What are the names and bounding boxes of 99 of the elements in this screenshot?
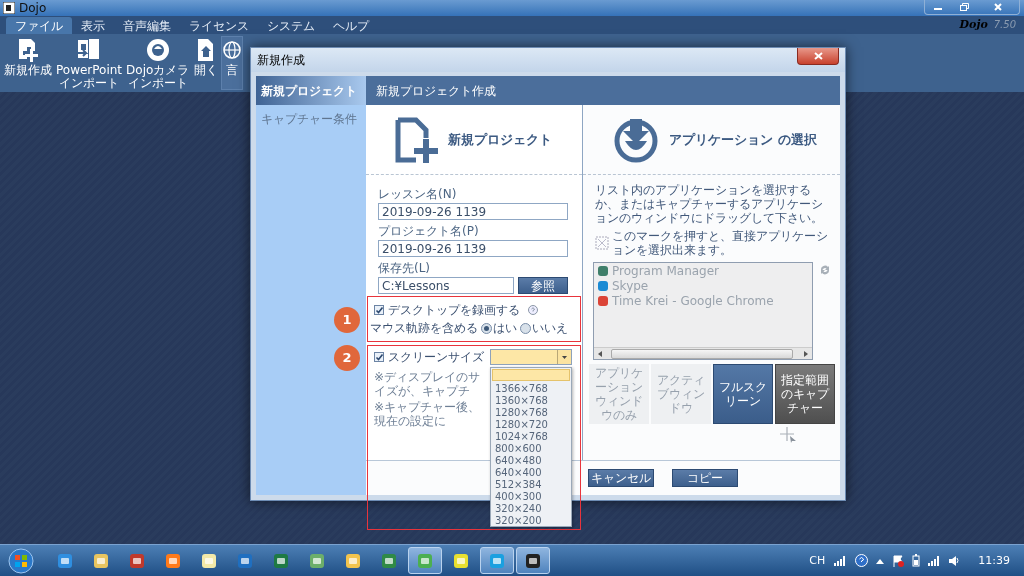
field-label: 保存先(L) [378,261,432,275]
text-field[interactable]: 2019-09-26 1139 [378,203,568,220]
dropdown-option[interactable]: 640×400 [491,466,571,478]
dropdown-option[interactable]: 400×300 [491,490,571,502]
note-text: ※キャプチャー後、現在の設定に [374,400,482,428]
clock: 11:39 [978,553,1010,568]
ribbon-button[interactable]: Dojoカメラ インポート [124,36,192,90]
app-icon [598,295,608,306]
version-label: 7.50 [993,18,1016,32]
volume-icon [948,555,961,566]
new-file-icon [394,116,438,163]
section-title: アプリケーション の選択 [669,132,817,147]
sidebar-item[interactable]: キャプチャー条件 [256,105,366,133]
start-button[interactable] [8,547,34,574]
app-icon [165,552,181,569]
expand-tray-icon [876,557,885,564]
app-icon [381,552,397,569]
app-icon [489,552,505,569]
radio-button[interactable]: いいえ [520,321,568,335]
window-title: Dojo [19,1,47,15]
network-icon [833,554,848,567]
dropdown-option[interactable]: 1024×768 [491,430,571,442]
text-field[interactable]: 2019-09-26 1139 [378,240,568,257]
app-icon [309,552,325,569]
battery-icon [912,554,921,567]
ribbon-button[interactable]: 言 [221,36,244,90]
capture-mode-button[interactable]: フルスクリーン [713,364,773,424]
close-button[interactable] [797,48,839,65]
menu-tab[interactable]: 音声編集 [114,17,180,34]
menu-tab[interactable]: システム [258,17,324,34]
dropdown-option[interactable]: 640×480 [491,454,571,466]
dropdown-option[interactable]: 1360×768 [491,394,571,406]
flag-icon [892,554,905,567]
dropdown-option[interactable]: 1280×768 [491,406,571,418]
app-icon [93,552,109,569]
globe-icon [223,41,242,59]
scroll-left-icon [597,350,603,357]
dialog-title: 新規作成 [257,53,305,67]
checkbox[interactable] [374,352,384,362]
app-icon [453,552,469,569]
checkbox-label: デスクトップを録画する [388,303,520,317]
caret-icon [562,355,567,359]
app-logo: Dojo [959,18,988,32]
checkbox[interactable] [374,305,384,315]
app-icon [598,265,608,276]
text-field[interactable]: C:¥Lessons [378,277,514,294]
signal-icon [928,555,941,566]
app-icon [598,280,608,291]
note-text: ※ディスプレイのサイズが、キャプチ [374,370,482,398]
help-icon[interactable] [528,305,538,315]
ribbon-button[interactable]: 開く [191,36,222,90]
help-icon [855,554,869,567]
browse-button[interactable]: 参照 [518,277,568,294]
field-label: プロジェクト名(P) [378,224,480,238]
close-icon [813,52,823,60]
dropdown-option[interactable]: 320×200 [491,514,571,526]
instruction-text: リスト内のアプリケーションを選択するか、またはキャプチャーするアプリケーションのウィンドウにドラッグして下さい。 [594,182,824,225]
download-icon [613,116,659,163]
footer-button[interactable]: コピー [672,469,738,487]
app-icon [525,552,541,569]
radio-button[interactable]: はい [481,321,517,335]
app-icon [3,2,15,14]
language-indicator: CH [809,553,826,568]
dropdown-option[interactable]: 512×384 [491,478,571,490]
app-icon [345,552,361,569]
target-icon [595,236,609,250]
check-icon [374,306,384,314]
menu-tab[interactable]: ヘルプ [324,17,378,34]
menu-tab[interactable]: 表示 [72,17,114,34]
app-icon [129,552,145,569]
hint-text: このマークを押すと、直接アプリケーションを選択出来ます。 [612,229,829,257]
footer-button[interactable]: キャンセル [588,469,654,487]
dropdown-option[interactable]: 320×240 [491,502,571,514]
app-icon [57,552,73,569]
section-title: 新規プロジェクト [448,132,552,147]
horizontal-scrollbar[interactable] [594,347,812,359]
camera-icon [144,37,171,63]
app-icon [273,552,289,569]
app-icon [237,552,253,569]
ribbon-button[interactable]: 新規作成 [2,36,54,90]
dropdown-option[interactable]: 800×600 [491,442,571,454]
ribbon-button[interactable]: PowerPoint インポート [54,36,125,90]
header-title: 新規プロジェクト作成 [375,83,496,98]
app-icon [201,552,217,569]
restore-icon [959,3,969,11]
menu-tab[interactable]: ライセンス [180,17,258,34]
app-icon [417,552,433,569]
close-icon [994,3,1002,11]
dropdown-option[interactable]: 1280×720 [491,418,571,430]
checkbox-label: スクリーンサイズ [388,350,485,364]
menu-tab[interactable]: ファイル [6,17,72,34]
sidebar-item[interactable]: 新規プロジェクト [256,76,366,105]
field-label: レッスン名(N) [378,187,458,201]
check-icon [374,353,384,361]
capture-mode-button[interactable]: 指定範囲のキャプチャー [775,364,835,424]
scroll-right-icon [803,350,809,357]
option-label: マウス軌跡を含める [370,321,478,335]
taskbar-app[interactable] [516,547,550,574]
dropdown-option[interactable]: 1366×768 [491,382,571,394]
